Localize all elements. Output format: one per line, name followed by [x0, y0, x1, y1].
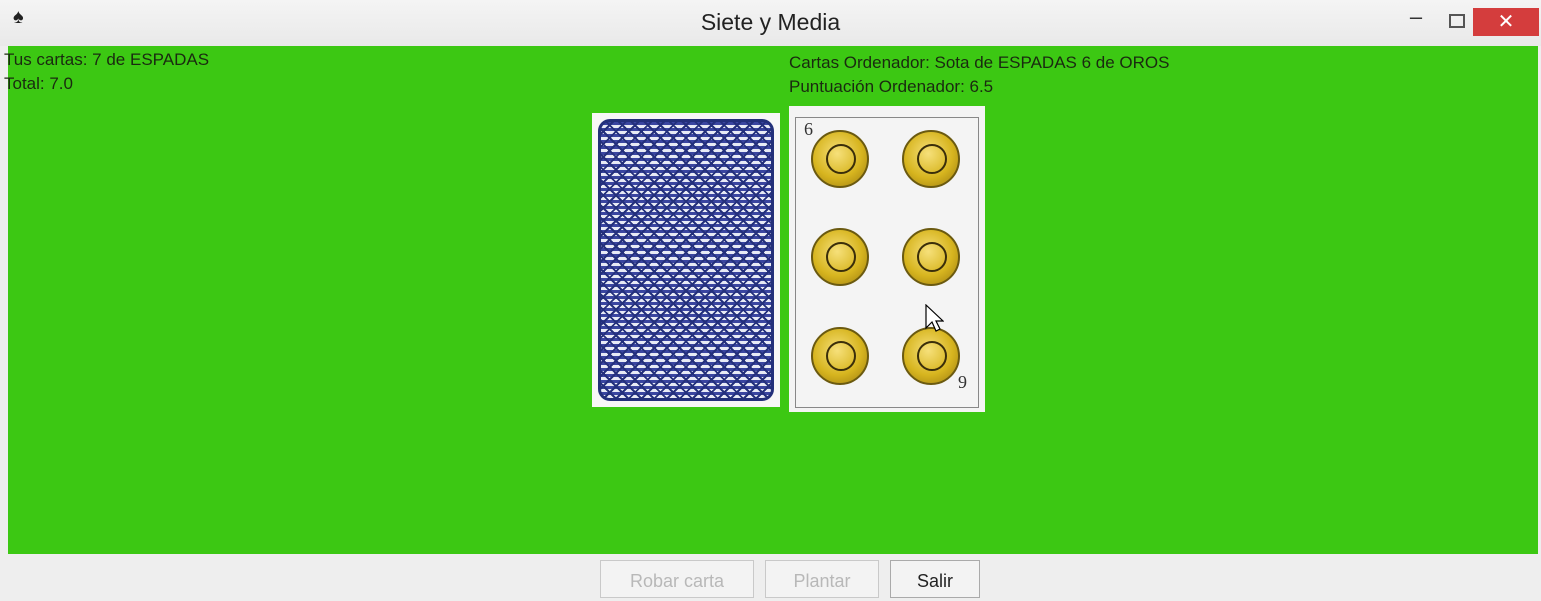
- exit-button[interactable]: Salir: [890, 560, 980, 598]
- title-bar: ♠ Siete y Media – ✕: [0, 0, 1541, 46]
- coin-icon: [811, 228, 869, 286]
- stand-button[interactable]: Plantar: [765, 560, 879, 598]
- computer-cards-label: Cartas Ordenador: Sota de ESPADAS 6 de O…: [789, 53, 1170, 72]
- maximize-button[interactable]: [1444, 8, 1468, 34]
- computer-score-label: Puntuación Ordenador: 6.5: [789, 77, 994, 96]
- card-back-pattern: [598, 119, 774, 401]
- window-title: Siete y Media: [700, 9, 841, 35]
- card-corner-top: 6: [804, 119, 813, 139]
- close-button[interactable]: ✕: [1473, 8, 1539, 36]
- player-cards-label: Tus cartas: 7 de ESPADAS: [4, 50, 210, 69]
- card-six-of-oros: 6 9: [789, 106, 985, 412]
- coin-icon: [902, 228, 960, 286]
- player-total-label: Total: 7.0: [4, 74, 73, 93]
- card-back: [592, 113, 780, 407]
- mouse-pointer-icon: [925, 304, 944, 332]
- coin-icon: [902, 130, 960, 188]
- minimize-button[interactable]: –: [1404, 6, 1428, 34]
- coin-icon: [902, 327, 960, 385]
- coin-icon: [811, 327, 869, 385]
- coin-icon: [811, 130, 869, 188]
- draw-card-button[interactable]: Robar carta: [600, 560, 754, 598]
- card-corner-bottom: 9: [958, 372, 967, 392]
